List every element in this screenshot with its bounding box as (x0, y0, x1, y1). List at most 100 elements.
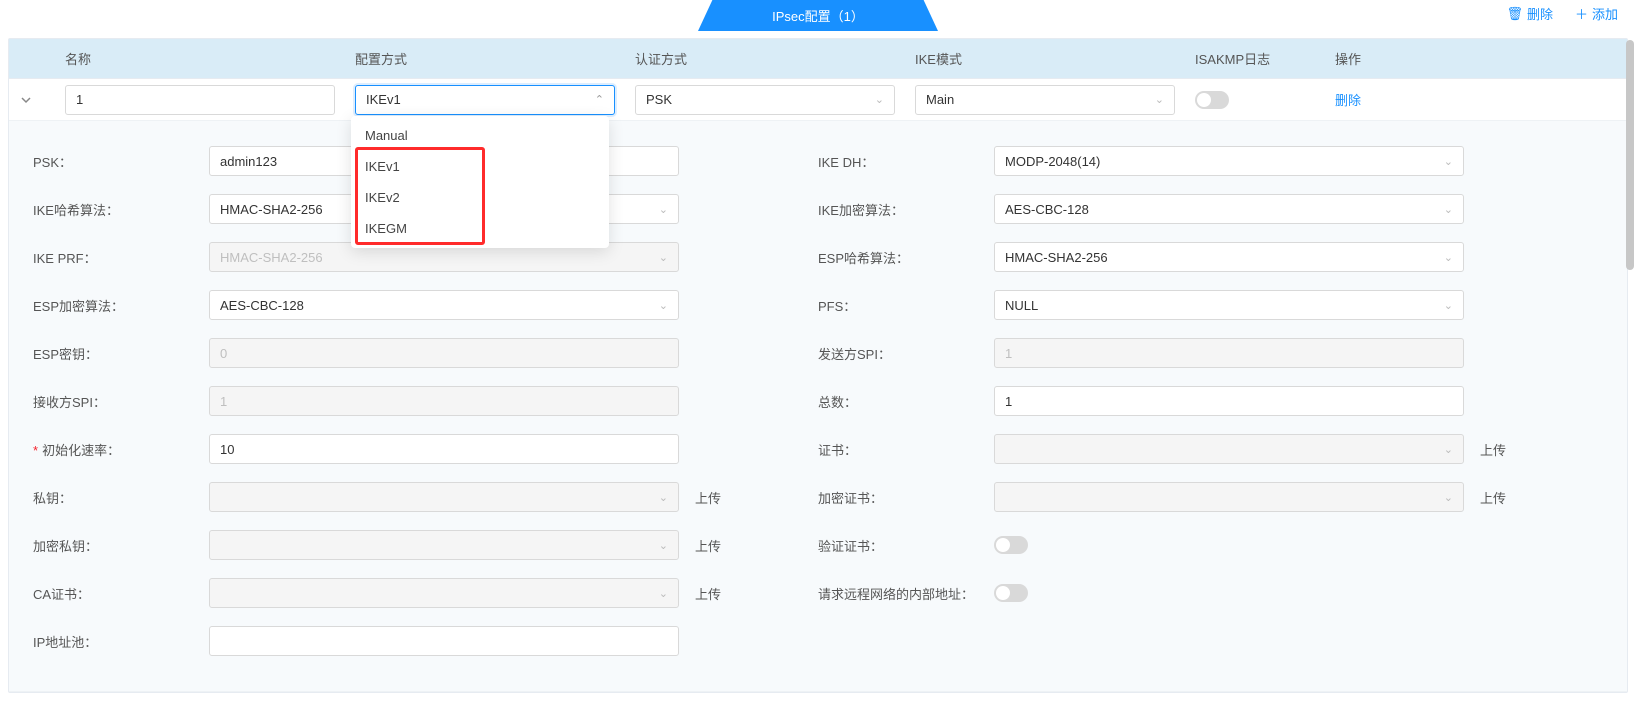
ike-hash-label: IKE哈希算法： (33, 200, 209, 219)
ike-dh-value: MODP-2048(14) (1005, 154, 1100, 169)
chevron-down-icon: ⌄ (1444, 443, 1453, 456)
cert-upload[interactable]: 上传 (1480, 440, 1506, 459)
pfs-label: PFS： (818, 296, 994, 315)
priv-key-label: 私钥： (33, 488, 209, 507)
priv-key-upload[interactable]: 上传 (695, 488, 721, 507)
dropdown-option-ikev2[interactable]: IKEv2 (351, 182, 609, 213)
scroll-thumb[interactable] (1626, 40, 1634, 270)
recv-spi-value: 1 (220, 394, 227, 409)
enc-cert-label: 加密证书： (818, 488, 994, 507)
chevron-down-icon: ⌄ (659, 587, 668, 600)
name-input-value: 1 (76, 92, 83, 107)
req-remote-switch[interactable] (994, 584, 1028, 602)
ip-pool-label: IP地址池： (33, 632, 209, 651)
verify-cert-switch[interactable] (994, 536, 1028, 554)
cert-select: ⌄ (994, 434, 1464, 464)
total-label: 总数： (818, 392, 994, 411)
cert-label: 证书： (818, 440, 994, 459)
col-header-auth-mode: 认证方式 (625, 49, 905, 68)
enc-priv-key-select: ⌄ (209, 530, 679, 560)
enc-cert-select: ⌄ (994, 482, 1464, 512)
init-rate-input[interactable]: 10 (209, 434, 679, 464)
delete-action[interactable]: 🗑 删除 (1506, 4, 1553, 23)
enc-priv-key-upload[interactable]: 上传 (695, 536, 721, 555)
esp-key-value: 0 (220, 346, 227, 361)
esp-hash-label: ESP哈希算法： (818, 248, 994, 267)
page-scrollbar[interactable] (1626, 40, 1634, 691)
config-mode-select[interactable]: IKEv1 ⌃ (355, 85, 615, 115)
ca-cert-upload[interactable]: 上传 (695, 584, 721, 603)
ca-cert-label: CA证书： (33, 584, 209, 603)
esp-key-input: 0 (209, 338, 679, 368)
dropdown-option-ikegm[interactable]: IKEGM (351, 213, 609, 244)
add-action-label: 添加 (1592, 4, 1618, 23)
esp-enc-select[interactable]: AES-CBC-128 ⌄ (209, 290, 679, 320)
total-input[interactable]: 1 (994, 386, 1464, 416)
esp-hash-select[interactable]: HMAC-SHA2-256 ⌄ (994, 242, 1464, 272)
ike-mode-value: Main (926, 92, 954, 107)
ike-mode-select[interactable]: Main ⌄ (915, 85, 1175, 115)
chevron-up-icon: ⌃ (595, 93, 604, 106)
trash-icon: 🗑 (1506, 6, 1523, 22)
ike-enc-select[interactable]: AES-CBC-128 ⌄ (994, 194, 1464, 224)
recv-spi-input: 1 (209, 386, 679, 416)
col-header-ike-mode: IKE模式 (905, 49, 1185, 68)
chevron-down-icon: ⌄ (1155, 93, 1164, 106)
chevron-down-icon: ⌄ (1444, 203, 1453, 216)
psk-value: admin123 (220, 154, 277, 169)
plus-icon: ＋ (1575, 4, 1588, 23)
init-rate-label: *初始化速率： (33, 440, 209, 459)
pfs-value: NULL (1005, 298, 1038, 313)
send-spi-input: 1 (994, 338, 1464, 368)
col-header-config-mode: 配置方式 (345, 49, 625, 68)
row-delete-link[interactable]: 删除 (1335, 90, 1361, 109)
enc-priv-key-label: 加密私钥： (33, 536, 209, 555)
chevron-down-icon: ⌄ (1444, 155, 1453, 168)
send-spi-label: 发送方SPI： (818, 344, 994, 363)
add-action[interactable]: ＋ 添加 (1575, 4, 1618, 23)
dropdown-option-ikev1[interactable]: IKEv1 (351, 151, 609, 182)
total-value: 1 (1005, 394, 1012, 409)
esp-hash-value: HMAC-SHA2-256 (1005, 250, 1108, 265)
ike-prf-label: IKE PRF： (33, 248, 209, 267)
recv-spi-label: 接收方SPI： (33, 392, 209, 411)
pfs-select[interactable]: NULL ⌄ (994, 290, 1464, 320)
esp-key-label: ESP密钥： (33, 344, 209, 363)
delete-action-label: 删除 (1527, 4, 1553, 23)
ip-pool-input[interactable] (209, 626, 679, 656)
isakmp-log-switch[interactable] (1195, 91, 1229, 109)
ike-hash-value: HMAC-SHA2-256 (220, 202, 323, 217)
chevron-down-icon: ⌄ (659, 491, 668, 504)
top-bar: IPsec配置（1） 🗑 删除 ＋ 添加 (0, 0, 1636, 30)
expand-toggle[interactable] (19, 93, 33, 107)
dropdown-option-manual[interactable]: Manual (351, 120, 609, 151)
auth-mode-select[interactable]: PSK ⌄ (635, 85, 895, 115)
ipsec-table: 名称 配置方式 认证方式 IKE模式 ISAKMP日志 操作 1 IKEv1 ⌃… (8, 38, 1628, 693)
ike-enc-value: AES-CBC-128 (1005, 202, 1089, 217)
page-tab-label: IPsec配置（1） (772, 9, 864, 24)
chevron-down-icon: ⌄ (659, 203, 668, 216)
chevron-down-icon: ⌄ (1444, 299, 1453, 312)
chevron-down-icon: ⌄ (1444, 491, 1453, 504)
detail-right-column: IKE DH： MODP-2048(14) ⌄ IKE加密算法： AES-CBC… (818, 137, 1603, 665)
psk-label: PSK： (33, 152, 209, 171)
ike-dh-select[interactable]: MODP-2048(14) ⌄ (994, 146, 1464, 176)
ike-prf-value: HMAC-SHA2-256 (220, 250, 323, 265)
ca-cert-select: ⌄ (209, 578, 679, 608)
detail-panel: PSK： admin123 IKE哈希算法： HMAC-SHA2-256 ⌄ (9, 121, 1627, 692)
col-header-isakmp-log: ISAKMP日志 (1185, 49, 1325, 68)
chevron-down-icon: ⌄ (659, 299, 668, 312)
esp-enc-value: AES-CBC-128 (220, 298, 304, 313)
chevron-down-icon (20, 94, 32, 106)
priv-key-select: ⌄ (209, 482, 679, 512)
ike-enc-label: IKE加密算法： (818, 200, 994, 219)
chevron-down-icon: ⌄ (1444, 251, 1453, 264)
config-mode-dropdown: Manual IKEv1 IKEv2 IKEGM (351, 116, 609, 248)
chevron-down-icon: ⌄ (659, 539, 668, 552)
enc-cert-upload[interactable]: 上传 (1480, 488, 1506, 507)
page-tab-ipsec[interactable]: IPsec配置（1） (698, 0, 938, 31)
chevron-down-icon: ⌄ (659, 251, 668, 264)
name-input[interactable]: 1 (65, 85, 335, 115)
table-header: 名称 配置方式 认证方式 IKE模式 ISAKMP日志 操作 (9, 39, 1627, 79)
table-row: 1 IKEv1 ⌃ PSK ⌄ Main ⌄ 删除 (9, 79, 1627, 121)
